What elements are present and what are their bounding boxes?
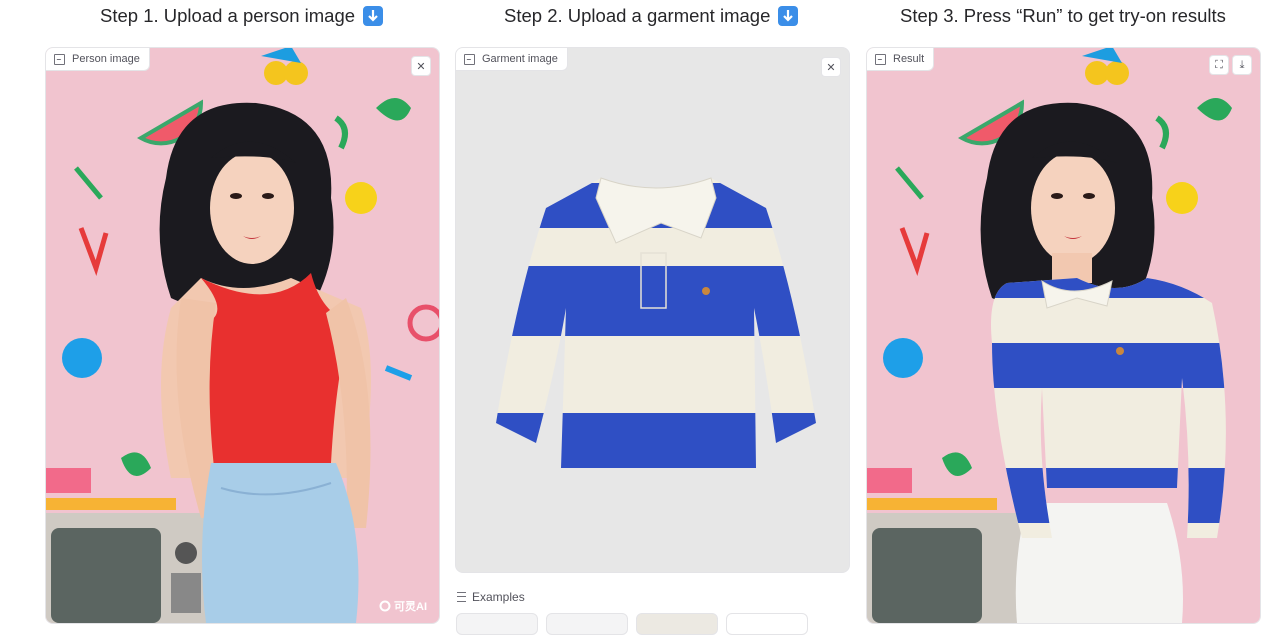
person-image-label: Person image (72, 53, 140, 65)
garment-photo (456, 48, 849, 572)
image-icon (464, 53, 475, 65)
examples-header: Examples (457, 590, 525, 604)
step-1-title: Step 1. Upload a person image (100, 5, 384, 27)
kling-ai-watermark: 可灵AI (379, 598, 427, 614)
watermark-text: 可灵AI (394, 601, 427, 613)
fullscreen-icon: ⛶ (1215, 58, 1223, 71)
step-3-text: Step 3. Press “Run” to get try-on result… (900, 5, 1226, 26)
result-photo (867, 48, 1260, 623)
person-photo (46, 48, 439, 623)
fullscreen-button[interactable]: ⛶ (1209, 55, 1229, 75)
result-label: Result (893, 53, 925, 65)
person-image-tag: Person image (46, 48, 150, 71)
step-2-title: Step 2. Upload a garment image (504, 5, 799, 27)
list-icon (457, 592, 466, 602)
clear-person-image-button[interactable]: ✕ (411, 56, 431, 76)
download-icon: ⤓ (1239, 58, 1245, 71)
image-icon (54, 53, 65, 65)
example-thumbnail[interactable] (456, 613, 538, 635)
result-tag: Result (867, 48, 935, 71)
garment-image-tag: Garment image (456, 48, 568, 71)
close-icon: ✕ (826, 61, 836, 74)
garment-image-label: Garment image (482, 53, 558, 65)
garment-image-panel[interactable]: Garment image ✕ (455, 47, 850, 573)
examples-label: Examples (472, 590, 525, 604)
person-image-panel[interactable]: Person image ✕ 可灵AI (45, 47, 440, 624)
result-panel: Result ⛶ ⤓ (866, 47, 1261, 624)
step-3-title: Step 3. Press “Run” to get try-on result… (900, 5, 1226, 27)
step-2-text: Step 2. Upload a garment image (504, 5, 771, 26)
download-button[interactable]: ⤓ (1232, 55, 1252, 75)
image-icon (875, 53, 886, 65)
down-arrow-icon (778, 6, 799, 26)
example-thumbnail[interactable] (636, 613, 718, 635)
close-icon: ✕ (416, 60, 426, 73)
example-thumbnail[interactable] (726, 613, 808, 635)
kling-logo-icon (379, 600, 391, 612)
clear-garment-image-button[interactable]: ✕ (821, 57, 841, 77)
example-thumbnail[interactable] (546, 613, 628, 635)
down-arrow-icon (363, 6, 384, 26)
step-1-text: Step 1. Upload a person image (100, 5, 356, 26)
